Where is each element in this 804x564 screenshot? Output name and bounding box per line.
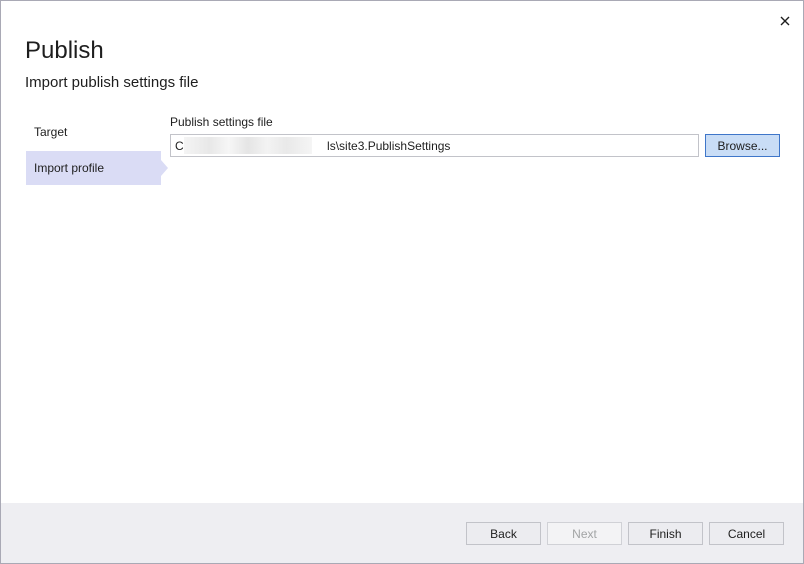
dialog-subtitle: Import publish settings file [25, 74, 199, 91]
nav-item-import-profile[interactable]: Import profile [26, 151, 161, 185]
next-button[interactable]: Next [547, 522, 622, 545]
finish-button[interactable]: Finish [628, 522, 703, 545]
nav-item-label: Target [34, 125, 68, 139]
dialog-title: Publish [25, 37, 104, 64]
publish-settings-file-label: Publish settings file [170, 115, 273, 129]
nav-selection-arrow [161, 160, 168, 176]
close-button[interactable] [773, 9, 797, 33]
browse-button[interactable]: Browse... [705, 134, 780, 157]
publish-dialog: Publish Import publish settings file Tar… [0, 0, 804, 564]
nav-item-target[interactable]: Target [26, 115, 161, 149]
close-icon [780, 16, 790, 26]
publish-settings-file-input[interactable] [170, 134, 699, 157]
dialog-footer: Back Next Finish Cancel [1, 503, 803, 563]
nav-item-label: Import profile [34, 161, 105, 175]
cancel-button[interactable]: Cancel [709, 522, 784, 545]
back-button[interactable]: Back [466, 522, 541, 545]
